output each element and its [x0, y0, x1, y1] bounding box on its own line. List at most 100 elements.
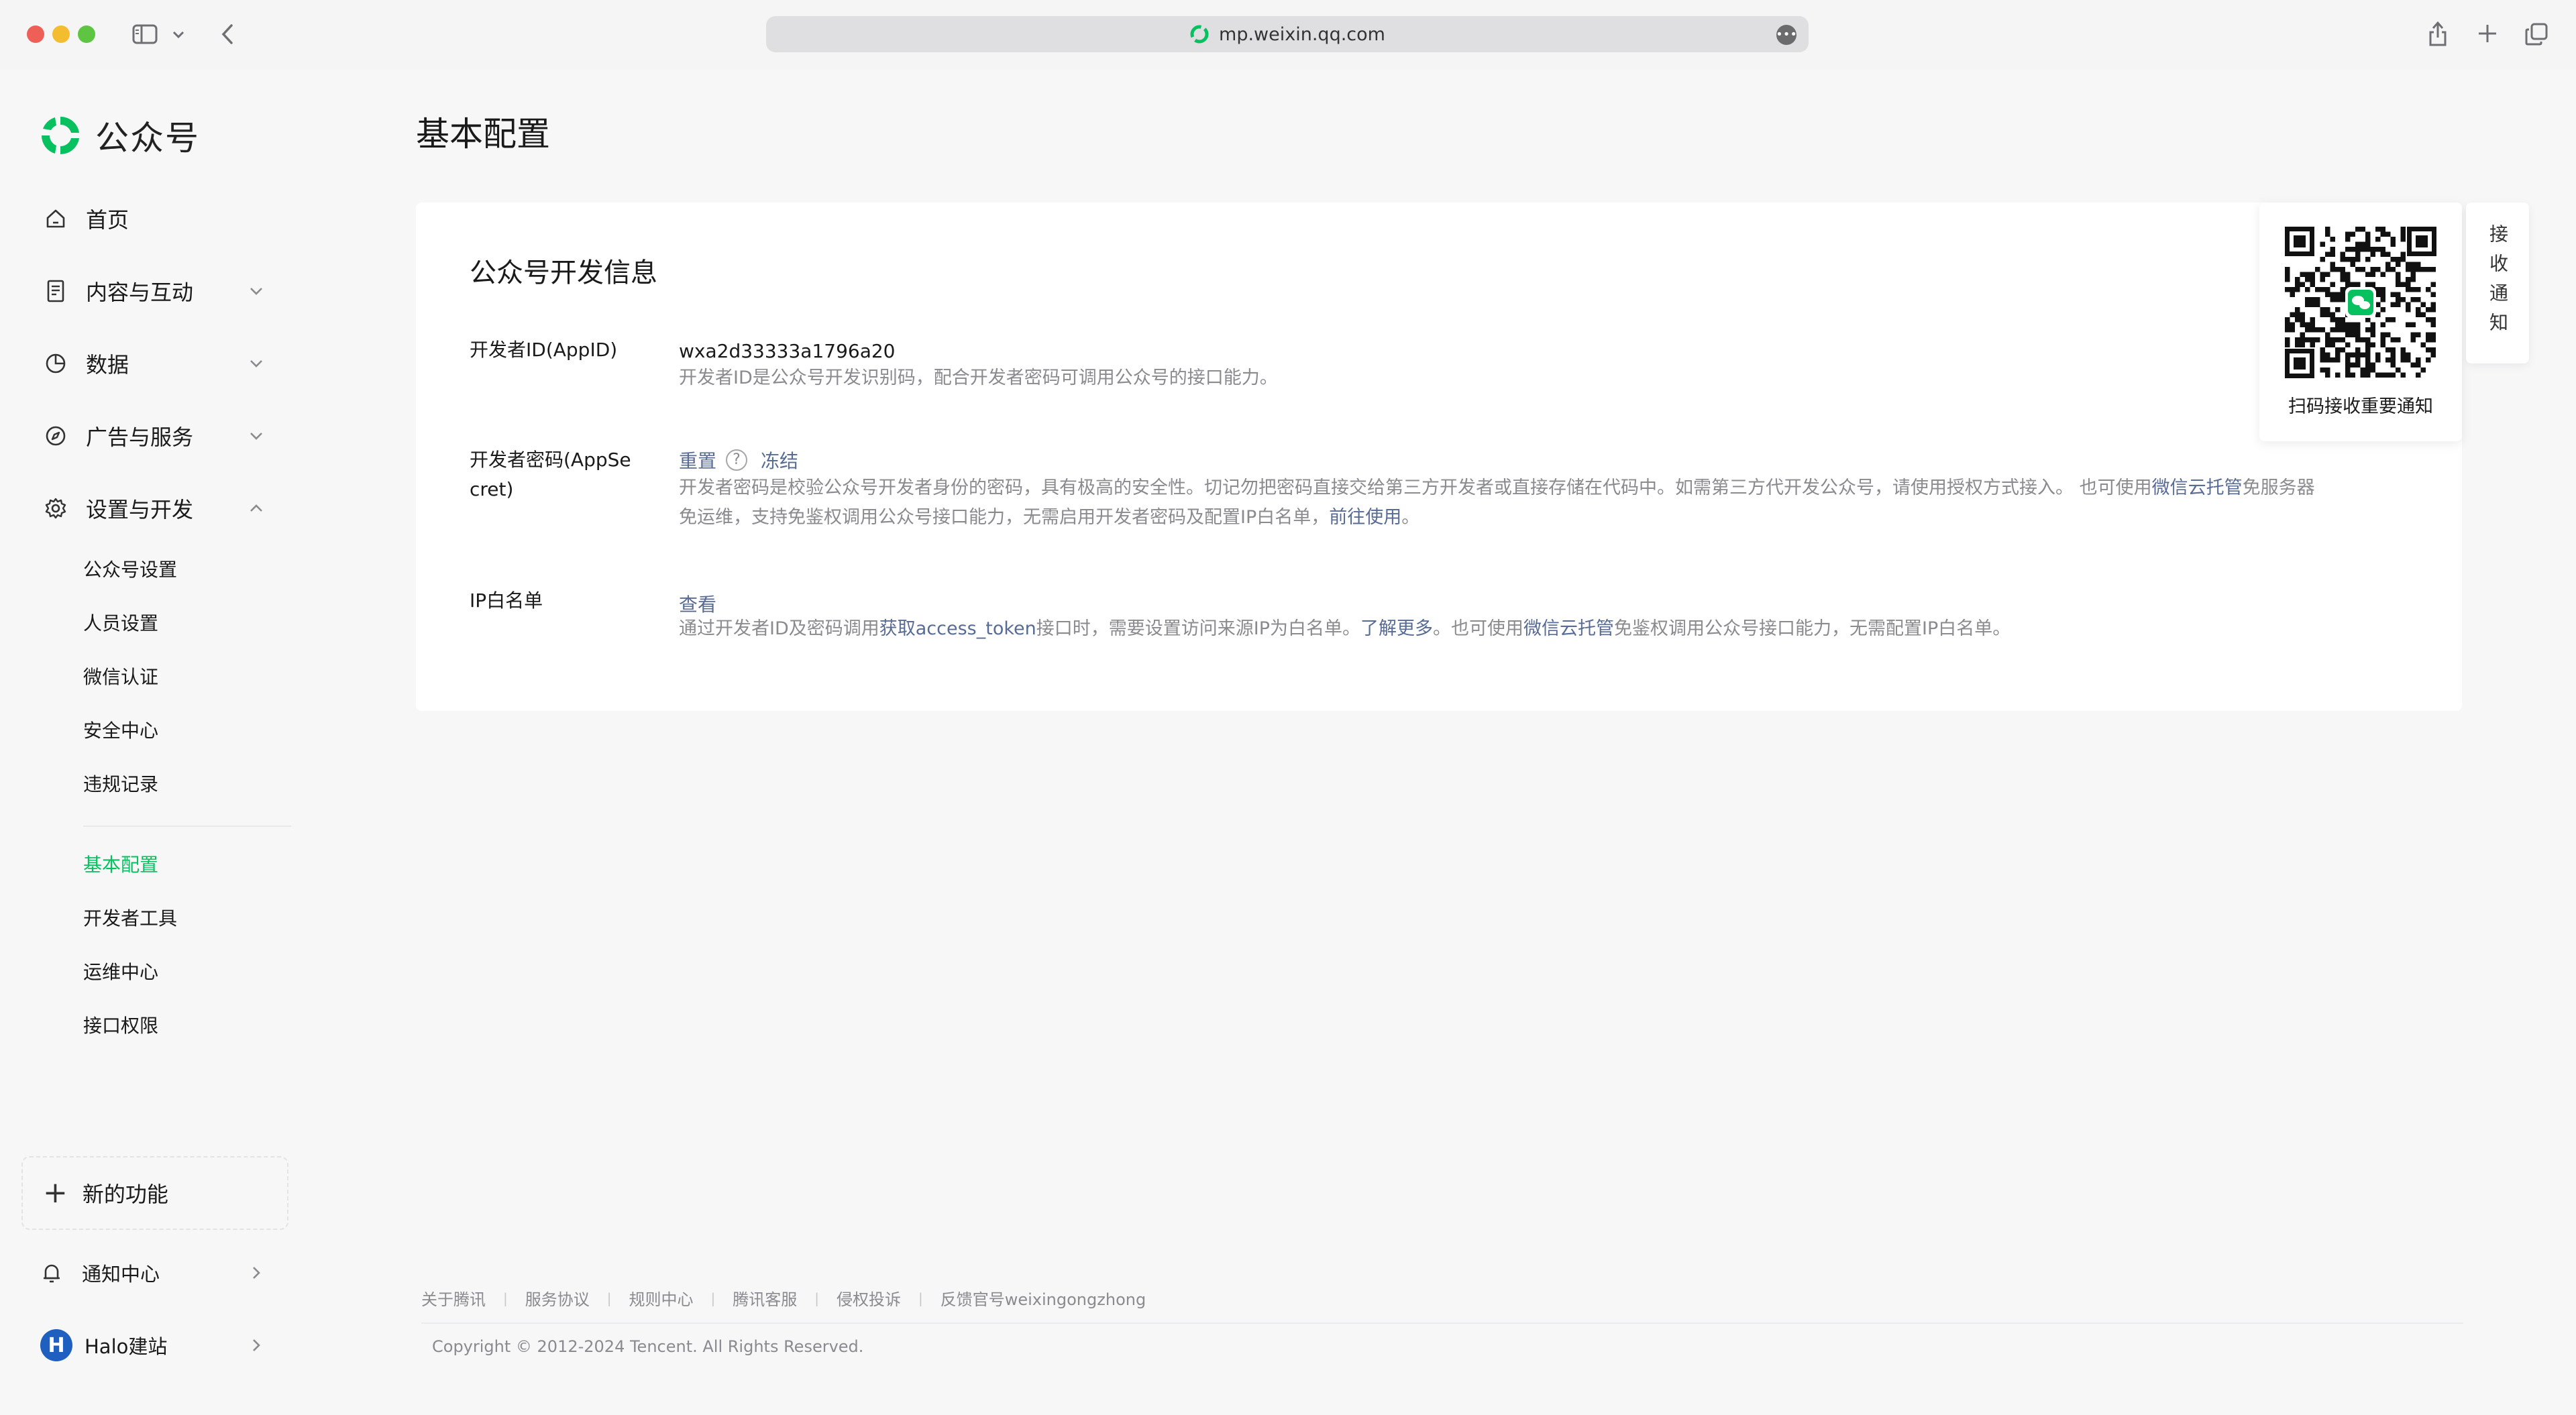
account-button[interactable]: H Halo建站 — [40, 1325, 167, 1365]
notification-center-button[interactable]: 通知中心 — [40, 1253, 160, 1293]
chevron-right-icon[interactable] — [248, 1265, 264, 1281]
nav-label: 数据 — [86, 352, 129, 378]
access-token-link[interactable]: 获取access_token — [879, 618, 1036, 639]
address-bar[interactable]: mp.weixin.qq.com ••• — [766, 16, 1809, 52]
chevron-down-icon[interactable] — [248, 283, 264, 299]
secret-desc-text: 开发者密码是校验公众号开发者身份的密码，具有极高的安全性。切记勿把密码直接交给第… — [679, 477, 2152, 498]
footer-link-support[interactable]: 腾讯客服 — [733, 1286, 797, 1310]
more-icon[interactable]: ••• — [1776, 25, 1797, 45]
sidebar: 公众号 首页 内容与互动 数据 广告与服务 设置与开发 公众号设置 人员设置 微… — [0, 70, 309, 1415]
footer-link-terms[interactable]: 服务协议 — [525, 1286, 590, 1310]
sidebar-toggle-icon[interactable] — [131, 23, 158, 46]
footer-separator: | — [814, 1290, 819, 1306]
sidebar-item-violations[interactable]: 违规记录 — [83, 771, 158, 798]
ip-desc-text: 。也可使用 — [1433, 618, 1523, 639]
tab-overview-icon[interactable] — [2524, 21, 2549, 47]
home-icon — [44, 207, 67, 230]
notification-center-label: 通知中心 — [82, 1263, 160, 1286]
help-icon[interactable]: ? — [726, 449, 748, 471]
chevron-down-icon[interactable] — [248, 355, 264, 372]
avatar: H — [40, 1329, 72, 1361]
logo-text: 公众号 — [95, 119, 200, 158]
ip-whitelist-label: IP白名单 — [470, 589, 543, 612]
secret-desc-text: 。 — [1401, 507, 1420, 528]
secret-desc-text: 免运维，支持免鉴权调用公众号接口能力，无需启用开发者密码及配置IP白名单， — [679, 507, 1330, 528]
appid-label: 开发者ID(AppID) — [470, 339, 618, 361]
secret-label-line2: cret) — [470, 478, 514, 500]
reset-secret-link[interactable]: 重置 — [679, 447, 716, 473]
logo[interactable]: 公众号 — [38, 111, 200, 160]
plus-icon: + — [43, 1176, 68, 1210]
sidebar-item-dev-tools[interactable]: 开发者工具 — [83, 905, 177, 932]
chart-pie-icon — [44, 352, 67, 375]
sidebar-item-basic-config[interactable]: 基本配置 — [83, 852, 158, 879]
footer-link-feedback[interactable]: 反馈官号weixingongzhong — [941, 1286, 1146, 1310]
browser-toolbar: mp.weixin.qq.com ••• — [0, 0, 2576, 70]
receive-notification-tab[interactable]: 接收通知 — [2466, 203, 2529, 363]
nav-item-settings[interactable]: 设置与开发 — [44, 488, 193, 528]
footer-divider — [421, 1322, 2463, 1324]
cloud-hosting-link[interactable]: 微信云托管 — [2152, 477, 2243, 498]
secret-desc-text: 免服务器 — [2242, 477, 2315, 498]
card-title: 公众号开发信息 — [470, 258, 657, 288]
sidebar-item-wechat-verify[interactable]: 微信认证 — [83, 664, 158, 691]
freeze-secret-link[interactable]: 冻结 — [761, 447, 798, 473]
document-icon — [44, 280, 67, 302]
chevron-down-icon[interactable] — [170, 27, 186, 43]
site-logo-icon — [1190, 25, 1209, 44]
chevron-down-icon[interactable] — [248, 428, 264, 444]
footer-link-rules[interactable]: 规则中心 — [629, 1286, 694, 1310]
nav-item-home[interactable]: 首页 — [44, 199, 129, 239]
footer-separator: | — [503, 1290, 508, 1306]
sidebar-item-account-settings[interactable]: 公众号设置 — [83, 557, 177, 583]
ip-desc-text: 接口时，需要设置访问来源IP为白名单。 — [1036, 618, 1360, 639]
sidebar-item-ops-center[interactable]: 运维中心 — [83, 959, 158, 986]
view-link-text: 查看 — [679, 593, 717, 616]
footer-separator: | — [710, 1290, 716, 1306]
notify-tab-label: 接收通知 — [2487, 224, 2509, 342]
ip-desc-text: 通过开发者ID及密码调用 — [679, 618, 879, 639]
ip-whitelist-description: 通过开发者ID及密码调用获取access_token接口时，需要设置访问来源IP… — [679, 614, 2436, 644]
qr-notification-popup: 扫码接收重要通知 — [2259, 203, 2462, 441]
qr-code-icon — [2285, 227, 2436, 378]
nav-item-content[interactable]: 内容与互动 — [44, 271, 193, 311]
appid-description: 开发者ID是公众号开发识别码，配合开发者密码可调用公众号的接口能力。 — [679, 367, 1278, 388]
nav-label: 广告与服务 — [86, 424, 194, 450]
go-use-link[interactable]: 前往使用 — [1329, 507, 1401, 528]
window-close-button[interactable] — [27, 25, 44, 43]
view-ip-whitelist-link[interactable]: 查看 — [679, 590, 716, 617]
secret-label-line1: 开发者密码(AppSe — [470, 449, 631, 471]
copyright: Copyright © 2012-2024 Tencent. All Right… — [432, 1337, 864, 1356]
secret-actions: 重置 ? 冻结 — [679, 447, 798, 473]
sidebar-item-member-settings[interactable]: 人员设置 — [83, 610, 158, 637]
qr-caption: 扫码接收重要通知 — [2288, 396, 2433, 417]
chevron-right-icon[interactable] — [248, 1337, 264, 1353]
learn-more-link[interactable]: 了解更多 — [1360, 618, 1433, 639]
nav-item-data[interactable]: 数据 — [44, 343, 129, 384]
sidebar-divider — [83, 826, 291, 827]
footer-separator: | — [918, 1290, 923, 1306]
sidebar-item-api-permissions[interactable]: 接口权限 — [83, 1013, 158, 1039]
chevron-up-icon[interactable] — [248, 500, 264, 516]
logo-icon — [41, 116, 79, 155]
footer-link-complaint[interactable]: 侵权投诉 — [837, 1286, 901, 1310]
cloud-hosting-link[interactable]: 微信云托管 — [1523, 618, 1614, 639]
ip-desc-text: 免鉴权调用公众号接口能力，无需配置IP白名单。 — [1614, 618, 2011, 639]
back-arrow-icon[interactable] — [216, 21, 239, 47]
share-icon[interactable] — [2426, 19, 2450, 48]
sidebar-item-security-center[interactable]: 安全中心 — [83, 718, 158, 744]
nav-item-ads[interactable]: 广告与服务 — [44, 416, 193, 456]
window-zoom-button[interactable] — [78, 25, 95, 43]
footer-separator: | — [606, 1290, 612, 1306]
appid-value: wxa2d33333a1796a20 — [679, 340, 896, 362]
nav-label: 首页 — [86, 207, 129, 233]
nav-label: 设置与开发 — [86, 497, 194, 522]
new-feature-button[interactable]: + 新的功能 — [21, 1156, 288, 1230]
window-minimize-button[interactable] — [52, 25, 70, 43]
footer-links: 关于腾讯 | 服务协议 | 规则中心 | 腾讯客服 | 侵权投诉 | 反馈官号w… — [421, 1286, 1146, 1310]
nav-label: 内容与互动 — [86, 280, 194, 305]
new-tab-icon[interactable] — [2475, 21, 2500, 46]
footer-link-about[interactable]: 关于腾讯 — [421, 1286, 486, 1310]
secret-description: 开发者密码是校验公众号开发者身份的密码，具有极高的安全性。切记勿把密码直接交给第… — [679, 473, 2436, 532]
account-name: Halo建站 — [85, 1335, 168, 1358]
